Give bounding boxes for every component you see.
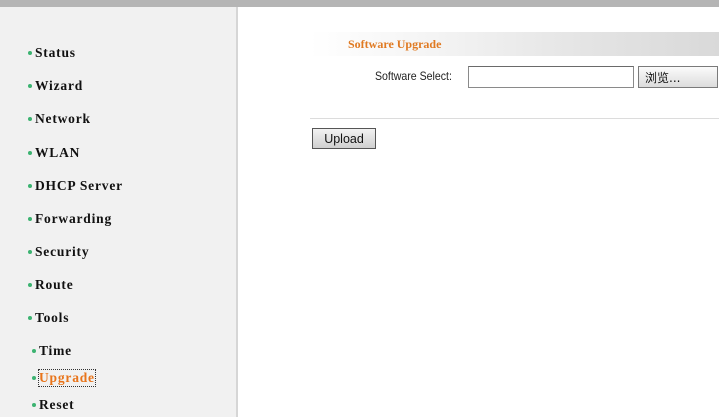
sidebar-item-wlan[interactable]: WLAN: [28, 145, 80, 161]
software-select-label: Software Select:: [375, 69, 452, 83]
sidebar-item-security[interactable]: Security: [28, 244, 89, 260]
sidebar-item-route[interactable]: Route: [28, 277, 74, 293]
bullet-icon: [28, 184, 32, 188]
bullet-icon: [28, 217, 32, 221]
sidebar-item-status[interactable]: Status: [28, 45, 76, 61]
sidebar-item-label: Network: [35, 111, 91, 126]
divider: [310, 118, 719, 119]
sidebar-item-network[interactable]: Network: [28, 111, 91, 127]
bullet-icon: [28, 283, 32, 287]
sidebar-item-label: DHCP Server: [35, 178, 123, 193]
section-title: Software Upgrade: [348, 37, 442, 51]
browse-button[interactable]: 浏览...: [638, 66, 718, 88]
upload-button[interactable]: Upload: [312, 128, 376, 149]
sidebar-subitem-label: Reset: [39, 397, 75, 412]
sidebar-item-label: Tools: [35, 310, 70, 325]
bullet-icon: [28, 51, 32, 55]
bullet-icon: [32, 376, 36, 380]
sidebar-item-label: Forwarding: [35, 211, 112, 226]
sidebar-item-wizard[interactable]: Wizard: [28, 78, 83, 94]
section-header: Software Upgrade: [310, 32, 719, 56]
sidebar-item-label: WLAN: [35, 145, 81, 160]
sidebar-subitem-label: Time: [39, 343, 72, 358]
sidebar-item-dhcp-server[interactable]: DHCP Server: [28, 178, 123, 194]
bullet-icon: [28, 84, 32, 88]
file-path-input[interactable]: [468, 66, 634, 88]
sidebar: Status Wizard Network WLAN DHCP Server F…: [0, 7, 238, 417]
bullet-icon: [28, 316, 32, 320]
sidebar-item-label: Route: [35, 277, 74, 292]
bullet-icon: [28, 151, 32, 155]
sidebar-item-label: Wizard: [35, 78, 84, 93]
bullet-icon: [32, 403, 36, 407]
sidebar-item-tools[interactable]: Tools: [28, 310, 69, 326]
sidebar-subitem-time[interactable]: Time: [32, 343, 72, 359]
sidebar-subitem-reset[interactable]: Reset: [32, 397, 74, 413]
sidebar-item-forwarding[interactable]: Forwarding: [28, 211, 112, 227]
sidebar-subitem-upgrade[interactable]: Upgrade: [32, 369, 96, 387]
bullet-icon: [28, 117, 32, 121]
sidebar-subitem-label: Upgrade: [38, 369, 96, 387]
main-content: Software Upgrade Software Select: 浏览... …: [240, 7, 719, 417]
top-bar: [0, 0, 719, 7]
bullet-icon: [32, 349, 36, 353]
sidebar-item-label: Security: [35, 244, 90, 259]
bullet-icon: [28, 250, 32, 254]
sidebar-item-label: Status: [35, 45, 76, 60]
